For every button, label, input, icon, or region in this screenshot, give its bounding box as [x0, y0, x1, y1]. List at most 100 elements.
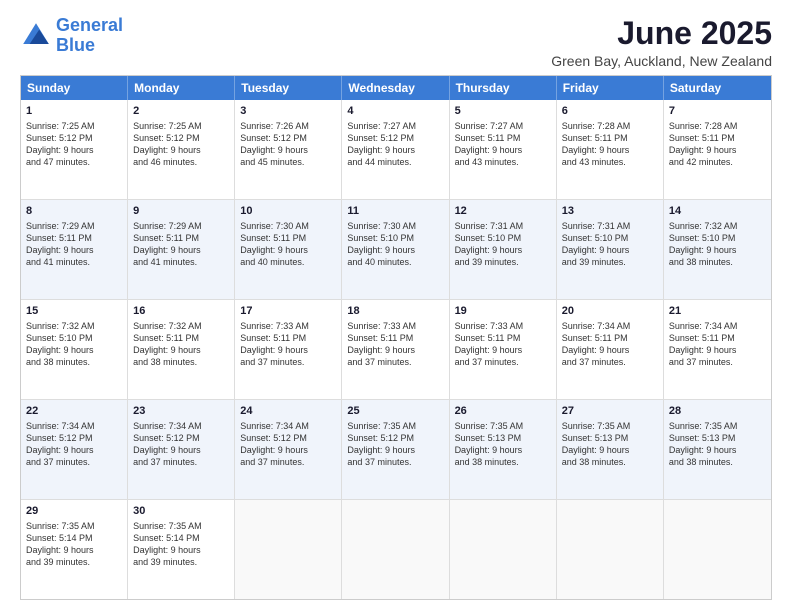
day-number: 4	[347, 104, 443, 119]
cell-line: Sunrise: 7:35 AM	[26, 520, 122, 532]
calendar-cell: 15Sunrise: 7:32 AMSunset: 5:10 PMDayligh…	[21, 300, 128, 399]
cell-line: Sunset: 5:13 PM	[669, 432, 766, 444]
cell-line: and 37 minutes.	[347, 456, 443, 468]
logo: General Blue	[20, 16, 123, 56]
cell-line: Daylight: 9 hours	[347, 344, 443, 356]
cell-line: Sunset: 5:11 PM	[562, 132, 658, 144]
cell-line: Sunrise: 7:32 AM	[669, 220, 766, 232]
cell-line: Sunset: 5:12 PM	[240, 132, 336, 144]
cell-line: Sunrise: 7:31 AM	[562, 220, 658, 232]
day-number: 18	[347, 304, 443, 319]
calendar-header: SundayMondayTuesdayWednesdayThursdayFrid…	[21, 76, 771, 100]
calendar-cell: 6Sunrise: 7:28 AMSunset: 5:11 PMDaylight…	[557, 100, 664, 199]
calendar-cell	[342, 500, 449, 599]
cell-line: Sunrise: 7:34 AM	[240, 420, 336, 432]
cell-line: and 42 minutes.	[669, 156, 766, 168]
day-number: 19	[455, 304, 551, 319]
cell-line: Sunset: 5:10 PM	[26, 332, 122, 344]
cell-line: Sunset: 5:11 PM	[26, 232, 122, 244]
cell-line: Daylight: 9 hours	[562, 444, 658, 456]
calendar-header-day: Sunday	[21, 76, 128, 100]
cell-line: Sunset: 5:11 PM	[240, 332, 336, 344]
logo-icon	[20, 20, 52, 52]
cell-line: Sunrise: 7:27 AM	[455, 120, 551, 132]
cell-line: Daylight: 9 hours	[133, 544, 229, 556]
cell-line: Daylight: 9 hours	[26, 344, 122, 356]
cell-line: Daylight: 9 hours	[669, 144, 766, 156]
calendar-cell: 27Sunrise: 7:35 AMSunset: 5:13 PMDayligh…	[557, 400, 664, 499]
main-title: June 2025	[551, 16, 772, 51]
day-number: 21	[669, 304, 766, 319]
calendar-cell: 21Sunrise: 7:34 AMSunset: 5:11 PMDayligh…	[664, 300, 771, 399]
day-number: 20	[562, 304, 658, 319]
day-number: 22	[26, 404, 122, 419]
cell-line: and 37 minutes.	[562, 356, 658, 368]
cell-line: and 40 minutes.	[347, 256, 443, 268]
cell-line: Sunrise: 7:35 AM	[133, 520, 229, 532]
cell-line: Daylight: 9 hours	[133, 144, 229, 156]
cell-line: Sunrise: 7:35 AM	[669, 420, 766, 432]
cell-line: Sunset: 5:10 PM	[455, 232, 551, 244]
day-number: 25	[347, 404, 443, 419]
calendar-cell: 23Sunrise: 7:34 AMSunset: 5:12 PMDayligh…	[128, 400, 235, 499]
calendar-body: 1Sunrise: 7:25 AMSunset: 5:12 PMDaylight…	[21, 100, 771, 599]
calendar-header-day: Friday	[557, 76, 664, 100]
day-number: 28	[669, 404, 766, 419]
cell-line: and 41 minutes.	[133, 256, 229, 268]
cell-line: Sunset: 5:14 PM	[26, 532, 122, 544]
cell-line: Daylight: 9 hours	[455, 344, 551, 356]
cell-line: and 38 minutes.	[562, 456, 658, 468]
cell-line: Sunrise: 7:33 AM	[240, 320, 336, 332]
cell-line: and 47 minutes.	[26, 156, 122, 168]
cell-line: and 46 minutes.	[133, 156, 229, 168]
cell-line: and 37 minutes.	[347, 356, 443, 368]
calendar-row: 15Sunrise: 7:32 AMSunset: 5:10 PMDayligh…	[21, 300, 771, 400]
calendar-cell: 17Sunrise: 7:33 AMSunset: 5:11 PMDayligh…	[235, 300, 342, 399]
calendar-header-day: Monday	[128, 76, 235, 100]
calendar-cell: 18Sunrise: 7:33 AMSunset: 5:11 PMDayligh…	[342, 300, 449, 399]
calendar: SundayMondayTuesdayWednesdayThursdayFrid…	[20, 75, 772, 600]
calendar-cell: 25Sunrise: 7:35 AMSunset: 5:12 PMDayligh…	[342, 400, 449, 499]
cell-line: Sunrise: 7:27 AM	[347, 120, 443, 132]
cell-line: and 37 minutes.	[455, 356, 551, 368]
cell-line: Daylight: 9 hours	[669, 244, 766, 256]
cell-line: Sunset: 5:10 PM	[347, 232, 443, 244]
day-number: 26	[455, 404, 551, 419]
day-number: 16	[133, 304, 229, 319]
logo-text: General Blue	[56, 16, 123, 56]
cell-line: Daylight: 9 hours	[240, 444, 336, 456]
cell-line: Daylight: 9 hours	[562, 244, 658, 256]
cell-line: Sunset: 5:11 PM	[455, 132, 551, 144]
cell-line: Sunset: 5:12 PM	[240, 432, 336, 444]
cell-line: Daylight: 9 hours	[347, 144, 443, 156]
cell-line: Sunset: 5:12 PM	[26, 132, 122, 144]
calendar-row: 22Sunrise: 7:34 AMSunset: 5:12 PMDayligh…	[21, 400, 771, 500]
cell-line: Daylight: 9 hours	[26, 444, 122, 456]
cell-line: Sunset: 5:11 PM	[347, 332, 443, 344]
calendar-row: 8Sunrise: 7:29 AMSunset: 5:11 PMDaylight…	[21, 200, 771, 300]
cell-line: Daylight: 9 hours	[133, 444, 229, 456]
calendar-cell: 2Sunrise: 7:25 AMSunset: 5:12 PMDaylight…	[128, 100, 235, 199]
cell-line: and 39 minutes.	[133, 556, 229, 568]
cell-line: and 40 minutes.	[240, 256, 336, 268]
cell-line: Sunrise: 7:31 AM	[455, 220, 551, 232]
cell-line: Sunrise: 7:35 AM	[455, 420, 551, 432]
cell-line: Sunset: 5:11 PM	[455, 332, 551, 344]
calendar-row: 29Sunrise: 7:35 AMSunset: 5:14 PMDayligh…	[21, 500, 771, 599]
cell-line: and 38 minutes.	[455, 456, 551, 468]
cell-line: Daylight: 9 hours	[562, 144, 658, 156]
cell-line: Sunset: 5:14 PM	[133, 532, 229, 544]
cell-line: Daylight: 9 hours	[669, 344, 766, 356]
calendar-cell: 16Sunrise: 7:32 AMSunset: 5:11 PMDayligh…	[128, 300, 235, 399]
calendar-cell: 11Sunrise: 7:30 AMSunset: 5:10 PMDayligh…	[342, 200, 449, 299]
calendar-cell: 26Sunrise: 7:35 AMSunset: 5:13 PMDayligh…	[450, 400, 557, 499]
cell-line: Sunrise: 7:35 AM	[562, 420, 658, 432]
calendar-cell: 13Sunrise: 7:31 AMSunset: 5:10 PMDayligh…	[557, 200, 664, 299]
cell-line: Daylight: 9 hours	[240, 244, 336, 256]
cell-line: Daylight: 9 hours	[455, 144, 551, 156]
calendar-header-day: Saturday	[664, 76, 771, 100]
day-number: 27	[562, 404, 658, 419]
day-number: 5	[455, 104, 551, 119]
calendar-cell	[235, 500, 342, 599]
cell-line: Sunset: 5:11 PM	[669, 132, 766, 144]
